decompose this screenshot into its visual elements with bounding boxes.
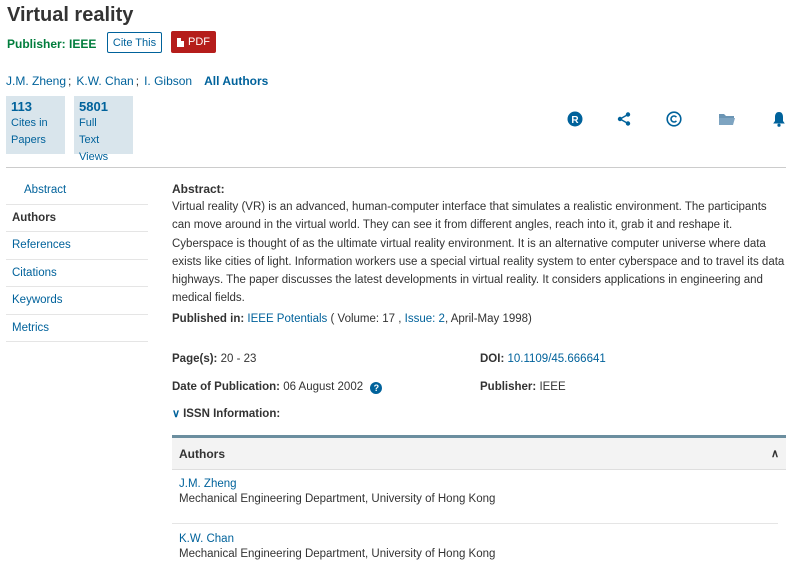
- publisher-detail-value: IEEE: [539, 381, 566, 393]
- cite-this-button[interactable]: Cite This: [107, 32, 162, 53]
- pages-label: Page(s):: [172, 353, 218, 365]
- author-separator: ;: [135, 74, 140, 88]
- nav-authors[interactable]: Authors: [6, 205, 148, 232]
- author-name-link[interactable]: J.M. Zheng: [179, 478, 771, 490]
- section-nav: Abstract Authors References Citations Ke…: [6, 177, 148, 342]
- authors-panel: Authors ∧ J.M. Zheng Mechanical Engineer…: [172, 435, 786, 562]
- metric-value: 5801: [79, 99, 108, 114]
- issue-date: , April-May 1998): [444, 313, 532, 325]
- doi-link[interactable]: 10.1109/45.666641: [507, 353, 605, 365]
- chevron-down-icon: ∨: [172, 408, 181, 420]
- help-icon[interactable]: ?: [370, 382, 383, 394]
- share-icon[interactable]: [615, 110, 633, 128]
- metric-value: 113: [11, 99, 32, 114]
- pubdate-value: 06 August 2002: [283, 381, 364, 393]
- doi-label: DOI:: [480, 353, 505, 365]
- nav-keywords[interactable]: Keywords: [6, 287, 148, 315]
- author-affiliation: Mechanical Engineering Department, Unive…: [179, 548, 496, 560]
- metric-label: Full: [79, 117, 97, 129]
- pdf-button-label: PDF: [188, 36, 210, 48]
- author-link-gibson[interactable]: I. Gibson: [144, 74, 192, 88]
- metric-views[interactable]: 5801 Full Text Views: [74, 96, 133, 163]
- abstract-label: Abstract:: [172, 182, 225, 196]
- author-list: J.M. Zheng ; K.W. Chan ; I. Gibson All A…: [6, 74, 268, 88]
- issn-label: ISSN Information:: [183, 408, 281, 420]
- publisher-label: Publisher: IEEE: [7, 37, 97, 51]
- issue-link[interactable]: Issue: 2: [405, 313, 445, 325]
- folder-icon[interactable]: [717, 110, 737, 128]
- author-affiliation: Mechanical Engineering Department, Unive…: [179, 493, 496, 505]
- metric-label: Text Views: [79, 134, 109, 163]
- author-entry: J.M. Zheng Mechanical Engineering Depart…: [172, 478, 778, 524]
- journal-link[interactable]: IEEE Potentials: [247, 313, 327, 325]
- metric-label: Cites in: [11, 117, 48, 129]
- nav-references[interactable]: References: [6, 232, 148, 260]
- all-authors-link[interactable]: All Authors: [204, 74, 268, 88]
- abstract-section: Abstract: Virtual reality (VR) is an adv…: [172, 182, 786, 308]
- svg-text:R: R: [571, 115, 579, 126]
- chevron-up-icon[interactable]: ∧: [771, 447, 779, 460]
- pdf-file-icon: [177, 37, 184, 47]
- metric-cites[interactable]: 113 Cites in Papers: [6, 96, 65, 154]
- authors-panel-header[interactable]: Authors ∧: [172, 438, 786, 470]
- nav-metrics[interactable]: Metrics: [6, 315, 148, 342]
- author-name-link[interactable]: K.W. Chan: [179, 533, 771, 545]
- metric-label: Papers: [11, 134, 46, 146]
- author-entry: K.W. Chan Mechanical Engineering Departm…: [172, 533, 778, 560]
- pages-row: Page(s): 20 - 23: [172, 353, 256, 365]
- nav-citations[interactable]: Citations: [6, 260, 148, 287]
- author-separator: ;: [68, 74, 72, 88]
- doi-row: DOI: 10.1109/45.666641: [480, 353, 606, 365]
- pubdate-label: Date of Publication:: [172, 381, 280, 393]
- published-in-label: Published in:: [172, 313, 245, 325]
- author-link-zheng[interactable]: J.M. Zheng: [6, 74, 66, 88]
- abstract-text: Virtual reality (VR) is an advanced, hum…: [172, 201, 785, 305]
- pages-value: 20 - 23: [220, 353, 257, 365]
- nav-abstract[interactable]: Abstract: [6, 177, 148, 205]
- rights-icon[interactable]: R: [566, 110, 584, 128]
- authors-panel-title: Authors: [179, 446, 225, 461]
- author-link-chan[interactable]: K.W. Chan: [76, 74, 133, 88]
- bell-icon[interactable]: [770, 110, 788, 128]
- copyright-icon[interactable]: [665, 110, 683, 128]
- pdf-button[interactable]: PDF: [171, 31, 216, 53]
- published-in: Published in: IEEE Potentials ( Volume: …: [172, 313, 532, 325]
- pubdate-row: Date of Publication: 06 August 2002 ?: [172, 381, 383, 394]
- header-divider: [6, 167, 786, 168]
- issn-toggle[interactable]: ∨ ISSN Information:: [172, 407, 280, 420]
- publisher-detail-label: Publisher:: [480, 381, 537, 393]
- publisher-row: Publisher: IEEE: [480, 381, 566, 393]
- volume-text: ( Volume: 17 ,: [330, 313, 405, 325]
- page-title: Virtual reality: [7, 4, 134, 26]
